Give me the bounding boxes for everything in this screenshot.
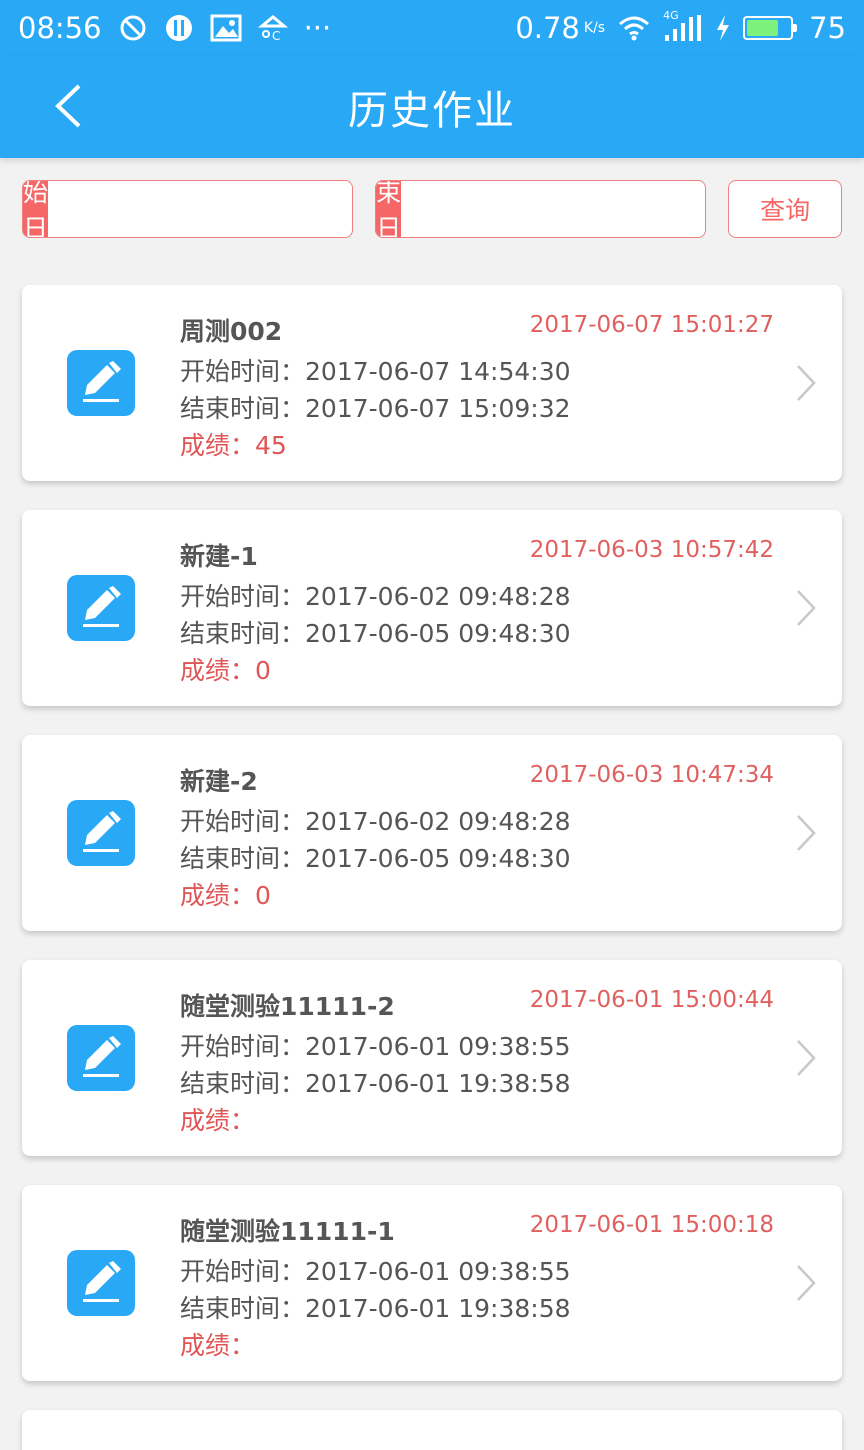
network-type: 4G	[663, 9, 679, 22]
end-date-label: 结束日期	[376, 180, 402, 238]
homework-item[interactable]: 随堂测验11111-2 2017-06-01 15:00:44 开始时间：201…	[22, 960, 842, 1156]
homework-item-partial[interactable]	[22, 1410, 842, 1450]
start-time: 开始时间：2017-06-02 09:48:28	[180, 577, 571, 613]
start-time-value: 2017-06-02 09:48:28	[305, 582, 571, 611]
homework-item[interactable]: 新建-2 2017-06-03 10:47:34 开始时间：2017-06-02…	[22, 735, 842, 931]
end-time-label: 结束时间：	[180, 844, 306, 873]
chevron-right-icon	[792, 1263, 820, 1303]
end-time-value: 2017-06-07 15:09:32	[305, 394, 571, 423]
start-time-value: 2017-06-02 09:48:28	[305, 807, 571, 836]
submitted-time: 2017-06-07 15:01:27	[529, 312, 774, 338]
edit-pen-icon	[67, 575, 135, 641]
battery-level: 75	[809, 11, 846, 45]
weather-icon: C	[257, 14, 288, 42]
edit-pen-icon	[67, 800, 135, 866]
end-time: 结束时间：2017-06-05 09:48:30	[180, 614, 571, 650]
start-date-input[interactable]	[48, 181, 353, 237]
net-unit: K/s	[583, 20, 606, 36]
end-time: 结束时间：2017-06-01 19:38:58	[180, 1289, 571, 1325]
start-time: 开始时间：2017-06-07 14:54:30	[180, 352, 571, 388]
chevron-right-icon	[792, 1038, 820, 1078]
homework-item[interactable]: 新建-1 2017-06-03 10:57:42 开始时间：2017-06-02…	[22, 510, 842, 706]
end-time: 结束时间：2017-06-07 15:09:32	[180, 389, 571, 425]
image-icon	[210, 14, 242, 42]
start-date-label: 开始日期	[23, 180, 49, 238]
start-time-value: 2017-06-07 14:54:30	[305, 357, 571, 386]
score-label: 成绩：	[180, 656, 256, 685]
chevron-left-icon	[55, 84, 81, 128]
submitted-time: 2017-06-01 15:00:44	[529, 987, 774, 1013]
start-time: 开始时间：2017-06-01 09:38:55	[180, 1027, 571, 1063]
status-time: 08:56	[18, 11, 102, 45]
status-more: ···	[303, 11, 332, 45]
score-label: 成绩：	[180, 431, 256, 460]
end-date-input[interactable]	[401, 181, 706, 237]
end-time: 结束时间：2017-06-01 19:38:58	[180, 1064, 571, 1100]
score-label: 成绩：	[180, 1331, 256, 1360]
homework-title: 新建-2	[180, 767, 258, 796]
homework-title: 新建-1	[180, 542, 258, 571]
score-value: 0	[255, 881, 271, 910]
homework-title: 随堂测验11111-1	[180, 1217, 395, 1246]
chevron-right-icon	[792, 813, 820, 853]
signal-icon: 4G	[663, 9, 703, 43]
submitted-time: 2017-06-03 10:47:34	[529, 762, 774, 788]
homework-item[interactable]: 随堂测验11111-1 2017-06-01 15:00:18 开始时间：201…	[22, 1185, 842, 1381]
charging-icon	[715, 14, 731, 42]
chevron-right-icon	[792, 363, 820, 403]
end-time: 结束时间：2017-06-05 09:48:30	[180, 839, 571, 875]
homework-title: 周测002	[180, 317, 283, 346]
date-filter: 开始日期 结束日期 查询	[22, 180, 842, 238]
query-button[interactable]: 查询	[728, 180, 842, 238]
start-time-label: 开始时间：	[180, 1257, 306, 1286]
end-time-label: 结束时间：	[180, 394, 306, 423]
status-bar: 08:56 C ··· 0.78 K/s 4G 75	[0, 0, 864, 56]
score-value: 0	[255, 656, 271, 685]
homework-list: 周测002 2017-06-07 15:01:27 开始时间：2017-06-0…	[22, 285, 842, 1450]
edit-pen-icon	[67, 350, 135, 416]
score: 成绩：	[180, 1101, 255, 1137]
battery-icon	[743, 16, 798, 40]
score: 成绩：45	[180, 426, 287, 462]
edit-pen-icon	[67, 1250, 135, 1316]
chevron-right-icon	[792, 588, 820, 628]
score: 成绩：0	[180, 651, 271, 687]
page-title: 历史作业	[348, 88, 516, 134]
score: 成绩：	[180, 1326, 255, 1362]
app-bar: 历史作业	[0, 56, 864, 158]
start-time: 开始时间：2017-06-02 09:48:28	[180, 802, 571, 838]
edit-pen-icon	[67, 1025, 135, 1091]
submitted-time: 2017-06-01 15:00:18	[529, 1212, 774, 1238]
submitted-time: 2017-06-03 10:57:42	[529, 537, 774, 563]
end-time-label: 结束时间：	[180, 1294, 306, 1323]
blocked-icon	[118, 13, 148, 43]
start-time: 开始时间：2017-06-01 09:38:55	[180, 1252, 571, 1288]
back-button[interactable]	[40, 78, 96, 134]
net-speed: 0.78	[515, 11, 580, 45]
end-time-label: 结束时间：	[180, 619, 306, 648]
homework-item[interactable]: 周测002 2017-06-07 15:01:27 开始时间：2017-06-0…	[22, 285, 842, 481]
start-time-label: 开始时间：	[180, 357, 306, 386]
homework-title: 随堂测验11111-2	[180, 992, 395, 1021]
wifi-icon	[617, 14, 651, 42]
end-time-value: 2017-06-05 09:48:30	[305, 619, 571, 648]
utensils-icon	[164, 13, 194, 43]
svg-text:C: C	[272, 29, 280, 42]
start-time-value: 2017-06-01 09:38:55	[305, 1032, 571, 1061]
start-time-label: 开始时间：	[180, 807, 306, 836]
end-time-value: 2017-06-01 19:38:58	[305, 1294, 571, 1323]
end-date-picker[interactable]: 结束日期	[375, 180, 707, 238]
score-label: 成绩：	[180, 1106, 256, 1135]
start-date-picker[interactable]: 开始日期	[22, 180, 354, 238]
start-time-label: 开始时间：	[180, 582, 306, 611]
score: 成绩：0	[180, 876, 271, 912]
score-label: 成绩：	[180, 881, 256, 910]
start-time-value: 2017-06-01 09:38:55	[305, 1257, 571, 1286]
end-time-label: 结束时间：	[180, 1069, 306, 1098]
end-time-value: 2017-06-01 19:38:58	[305, 1069, 571, 1098]
start-time-label: 开始时间：	[180, 1032, 306, 1061]
end-time-value: 2017-06-05 09:48:30	[305, 844, 571, 873]
score-value: 45	[255, 431, 287, 460]
